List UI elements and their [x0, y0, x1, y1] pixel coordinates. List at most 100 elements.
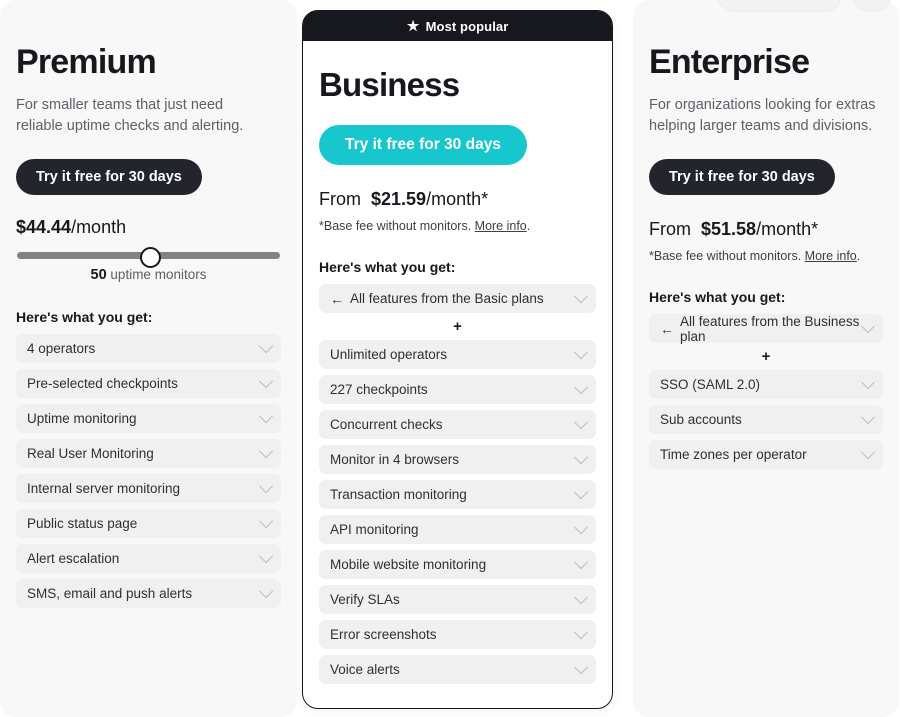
chevron-down-icon: [573, 554, 589, 570]
chevron-down-icon: [258, 479, 274, 494]
features-heading-business: Here's what you get:: [319, 259, 456, 276]
star-icon: [406, 19, 420, 32]
plan-description-premium: For smaller teams that just need reliabl…: [16, 97, 244, 135]
chevron-down-icon: [573, 659, 589, 675]
chevron-down-icon: [258, 339, 274, 354]
arrow-left-icon: ←: [660, 320, 674, 337]
chevron-down-icon: [258, 374, 274, 389]
feature-label: Sub accounts: [660, 412, 742, 428]
footnote-end: .: [526, 219, 531, 234]
chevron-down-icon: [860, 319, 876, 334]
chevron-down-icon: [258, 549, 274, 564]
feature-label: Voice alerts: [330, 662, 400, 678]
slider-unit: uptime monitors: [110, 267, 207, 283]
feature-label: Pre-selected checkpoints: [27, 376, 178, 392]
feature-item[interactable]: Internal server monitoring: [16, 474, 281, 504]
feature-item[interactable]: Real User Monitoring: [16, 439, 281, 469]
price-amount-premium: $44.44: [16, 217, 72, 238]
feature-item[interactable]: Alert escalation: [16, 544, 281, 574]
feature-item[interactable]: Transaction monitoring: [319, 480, 596, 510]
price-prefix-business: From: [319, 189, 361, 210]
feature-label: Error screenshots: [330, 627, 437, 643]
arrow-left-icon: ←: [330, 290, 344, 307]
monitor-count-slider[interactable]: 50 uptime monitors: [16, 247, 281, 283]
more-info-link[interactable]: More info: [805, 249, 857, 263]
price-prefix-enterprise: From: [649, 219, 691, 240]
slider-track[interactable]: [17, 247, 280, 269]
chevron-down-icon: [860, 445, 876, 460]
feature-label: API monitoring: [330, 522, 419, 538]
feature-label: Mobile website monitoring: [330, 557, 487, 573]
feature-label: 227 checkpoints: [330, 382, 428, 398]
feature-list-business: ← All features from the Basic plans: [319, 284, 596, 314]
plan-card-business: Most popular Business Try it free for 30…: [302, 10, 613, 710]
chevron-down-icon: [258, 584, 274, 599]
features-heading-premium: Here's what you get:: [16, 309, 153, 326]
chevron-down-icon: [258, 409, 274, 424]
feature-label: All features from the Basic plans: [350, 291, 544, 307]
most-popular-label: Most popular: [425, 18, 509, 34]
feature-item[interactable]: Monitor in 4 browsers: [319, 445, 596, 475]
feature-item[interactable]: Concurrent checks: [319, 410, 596, 440]
chevron-down-icon: [573, 519, 589, 535]
feature-item[interactable]: SMS, email and push alerts: [16, 579, 281, 609]
feature-label: Unlimited operators: [330, 347, 448, 363]
slider-value-label: 50 uptime monitors: [17, 267, 280, 283]
chevron-down-icon: [573, 344, 589, 360]
feature-item[interactable]: API monitoring: [319, 515, 596, 545]
price-amount-business: $21.59: [371, 189, 427, 210]
feature-item[interactable]: 4 operators: [16, 334, 281, 364]
feature-item[interactable]: Voice alerts: [319, 655, 596, 685]
chevron-down-icon: [573, 449, 589, 465]
chevron-down-icon: [573, 589, 589, 605]
more-info-link[interactable]: More info: [475, 219, 527, 233]
plan-title-premium: Premium: [16, 43, 157, 81]
feature-item[interactable]: Uptime monitoring: [16, 404, 281, 434]
trial-button-business[interactable]: Try it free for 30 days: [319, 125, 527, 166]
feature-item[interactable]: Time zones per operator: [649, 440, 883, 470]
feature-list-premium: 4 operators Pre-selected checkpoints Upt…: [16, 334, 281, 609]
chevron-down-icon: [573, 379, 589, 395]
chevron-down-icon: [573, 624, 589, 640]
feature-item[interactable]: Pre-selected checkpoints: [16, 369, 281, 399]
price-footnote-business: *Base fee without monitors. More info.: [319, 219, 596, 233]
feature-list-enterprise: ← All features from the Business plan: [649, 313, 883, 344]
plus-divider-business: +: [453, 318, 462, 336]
price-suffix-premium: /month: [71, 217, 127, 238]
feature-item[interactable]: Error screenshots: [319, 620, 596, 650]
feature-label: Public status page: [27, 516, 138, 532]
plan-card-premium: Premium For smaller teams that just need…: [0, 0, 297, 717]
feature-item[interactable]: Unlimited operators: [319, 340, 596, 370]
inherited-features-item-business[interactable]: ← All features from the Basic plans: [319, 284, 596, 314]
pricing-plans-row: Premium For smaller teams that just need…: [0, 0, 900, 717]
price-suffix-enterprise: /month*: [756, 219, 819, 240]
chevron-down-icon: [258, 444, 274, 459]
chevron-down-icon: [573, 414, 589, 430]
feature-label: All features from the Business plan: [680, 313, 860, 344]
footnote-end: .: [856, 249, 861, 264]
offscreen-icon-button[interactable]: [852, 0, 892, 12]
plus-divider-enterprise: +: [761, 348, 771, 366]
slider-value: 50: [90, 267, 107, 284]
feature-label: Transaction monitoring: [330, 487, 467, 503]
trial-button-enterprise[interactable]: Try it free for 30 days: [649, 159, 835, 196]
chevron-down-icon: [860, 375, 876, 390]
most-popular-badge: Most popular: [303, 11, 612, 41]
chevron-down-icon: [258, 514, 274, 529]
feature-item[interactable]: 227 checkpoints: [319, 375, 596, 405]
feature-item[interactable]: Mobile website monitoring: [319, 550, 596, 580]
price-footnote-enterprise: *Base fee without monitors. More info.: [649, 249, 883, 263]
inherited-features-item-enterprise[interactable]: ← All features from the Business plan: [649, 313, 883, 344]
trial-button-premium[interactable]: Try it free for 30 days: [16, 159, 202, 196]
price-premium: $44.44/month: [16, 217, 281, 238]
feature-item[interactable]: Sub accounts: [649, 405, 883, 435]
feature-list-enterprise-extra: SSO (SAML 2.0) Sub accounts Time zones p…: [649, 370, 883, 470]
plan-title-business: Business: [319, 66, 460, 103]
feature-label: 4 operators: [27, 341, 96, 357]
feature-item[interactable]: Public status page: [16, 509, 281, 539]
offscreen-pill-button[interactable]: [717, 0, 842, 12]
feature-item[interactable]: Verify SLAs: [319, 585, 596, 615]
plan-title-enterprise: Enterprise: [649, 43, 810, 81]
feature-item[interactable]: SSO (SAML 2.0): [649, 370, 883, 400]
slider-thumb[interactable]: [140, 247, 161, 269]
